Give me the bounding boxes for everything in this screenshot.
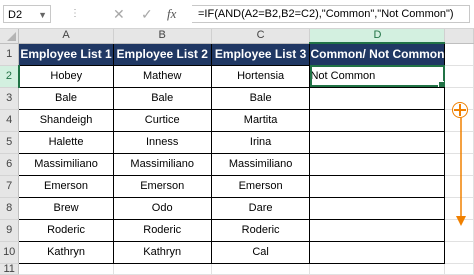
table-cell[interactable]: Hobey [18, 64, 114, 88]
cell-result-text: Not Common [310, 70, 376, 82]
drag-cursor-icon [452, 102, 468, 118]
formula-bar-resize-icon[interactable]: ⋮ [70, 8, 80, 20]
table-cell[interactable]: Roderic [18, 218, 114, 242]
enter-check-icon[interactable]: ✓ [141, 5, 153, 23]
table-cell[interactable] [309, 152, 446, 176]
row-header[interactable]: 7 [0, 175, 20, 198]
row-header[interactable]: 4 [0, 109, 20, 132]
table-cell[interactable]: Curtice [112, 108, 212, 132]
table-cell[interactable]: Odo [112, 196, 212, 220]
table-cell[interactable]: Bale [210, 86, 311, 110]
table-cell[interactable]: Emerson [210, 174, 311, 198]
select-all-corner[interactable] [0, 29, 20, 44]
row-header[interactable]: 8 [0, 197, 20, 220]
column-header-c[interactable]: C [211, 29, 311, 44]
name-box[interactable]: D2 ▼ [3, 5, 51, 23]
cancel-icon[interactable]: ✕ [113, 5, 125, 23]
table-cell[interactable] [309, 174, 446, 198]
table-cell[interactable]: Martita [210, 108, 311, 132]
table-cell[interactable]: Hortensia [210, 64, 311, 88]
empty-cell[interactable] [444, 43, 474, 66]
table-cell[interactable]: Roderic [112, 218, 212, 242]
worksheet-grid: A B C D 1 Employee List 1 Employee List … [0, 29, 474, 275]
row-header[interactable]: 1 [0, 43, 20, 66]
name-box-dropdown-icon[interactable]: ▼ [38, 6, 47, 24]
formula-input[interactable]: =IF(AND(A2=B2,B2=C2),"Common","Not Commo… [192, 5, 470, 23]
row-header[interactable]: 6 [0, 153, 20, 176]
table-cell[interactable] [309, 218, 446, 242]
table-header-cell[interactable]: Employee List 2 [112, 42, 212, 66]
name-box-value: D2 [8, 9, 23, 21]
table-cell[interactable]: Dare [210, 196, 311, 220]
table-cell[interactable]: Brew [18, 196, 114, 220]
table-cell[interactable]: Kathryn [112, 240, 212, 264]
table-cell[interactable]: Halette [18, 130, 114, 154]
table-cell[interactable]: Massimiliano [112, 152, 212, 176]
empty-cell[interactable] [309, 263, 446, 275]
drag-down-arrow-icon [456, 118, 466, 226]
column-header-e[interactable] [444, 29, 474, 44]
table-cell[interactable] [309, 240, 446, 264]
insert-function-icon[interactable]: fx [167, 5, 176, 23]
empty-cell[interactable] [444, 65, 474, 88]
column-header-a[interactable]: A [18, 29, 114, 44]
row-header[interactable]: 10 [0, 241, 20, 264]
row-header[interactable]: 3 [0, 87, 20, 110]
table-cell[interactable] [309, 108, 446, 132]
table-cell[interactable] [309, 130, 446, 154]
table-cell[interactable]: Bale [18, 86, 114, 110]
empty-cell[interactable] [18, 263, 114, 275]
table-cell[interactable]: Cal [210, 240, 311, 264]
table-cell[interactable]: Massimiliano [18, 152, 114, 176]
table-cell[interactable] [309, 86, 446, 110]
fill-handle[interactable] [438, 80, 444, 86]
row-header[interactable]: 2 [0, 65, 20, 88]
row-header[interactable]: 11 [0, 263, 20, 275]
table-cell[interactable]: Inness [112, 130, 212, 154]
table-cell[interactable]: Mathew [112, 64, 212, 88]
table-cell[interactable]: Irina [210, 130, 311, 154]
column-header-d[interactable]: D [309, 29, 446, 44]
table-header-cell[interactable]: Employee List 3 [210, 42, 311, 66]
table-cell[interactable]: Massimiliano [210, 152, 311, 176]
table-cell[interactable]: Shandeigh [18, 108, 114, 132]
formula-text: =IF(AND(A2=B2,B2=C2),"Common","Not Commo… [198, 8, 454, 20]
table-cell[interactable]: Kathryn [18, 240, 114, 264]
column-header-b[interactable]: B [113, 29, 212, 44]
row-header[interactable]: 9 [0, 219, 20, 242]
active-cell-d2[interactable]: Not Common [309, 64, 446, 88]
table-cell[interactable] [309, 196, 446, 220]
formula-bar: D2 ▼ ⋮ ✕ ✓ fx =IF(AND(A2=B2,B2=C2),"Comm… [0, 0, 474, 29]
empty-cell[interactable] [211, 263, 311, 275]
table-cell[interactable]: Emerson [112, 174, 212, 198]
row-header[interactable]: 5 [0, 131, 20, 154]
table-cell[interactable]: Roderic [210, 218, 311, 242]
table-header-cell[interactable]: Employee List 1 [18, 42, 114, 66]
select-all-triangle-icon [7, 31, 17, 41]
table-cell[interactable]: Bale [112, 86, 212, 110]
empty-cell[interactable] [444, 263, 474, 275]
table-header-cell[interactable]: Common/ Not Common [309, 42, 446, 66]
table-cell[interactable]: Emerson [18, 174, 114, 198]
empty-cell[interactable] [113, 263, 212, 275]
empty-cell[interactable] [444, 241, 474, 264]
